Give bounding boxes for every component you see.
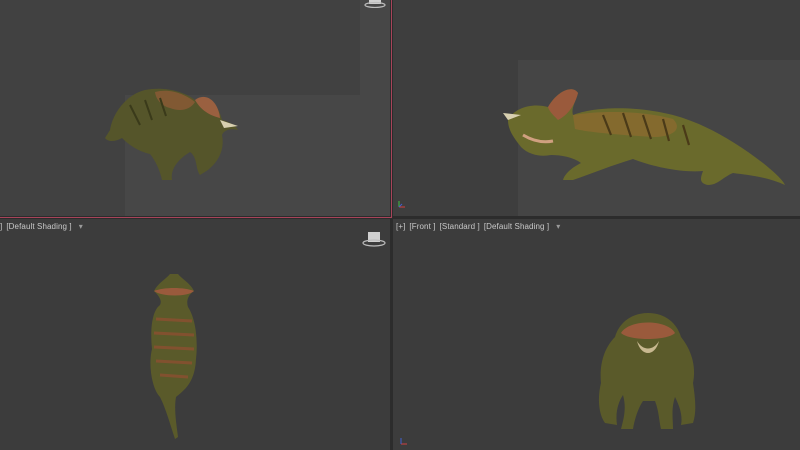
render-mode-label[interactable]: [Standard ] [440,222,480,231]
chevron-down-icon[interactable]: ▾ [556,222,560,231]
viewcube-icon[interactable] [362,229,386,247]
triceratops-model[interactable] [140,269,210,444]
viewport-label[interactable]: [+] [Front ] [Standard ] [Default Shading ]… [396,222,564,231]
view-name-label[interactable]: [Front ] [409,222,435,231]
shading-mode-label[interactable]: [Default Shading ] [6,222,71,231]
lit-area [360,0,390,216]
triceratops-model[interactable] [100,80,245,185]
viewcube-icon[interactable] [364,0,386,12]
axis-gizmo-icon [397,196,407,208]
shading-mode-label[interactable]: [Default Shading ] [484,222,549,231]
viewport-menu-bracket[interactable]: ] [0,222,2,231]
viewport-label[interactable]: ] [Default Shading ] ▾ [0,222,87,231]
viewport-bottom-left[interactable]: ] [Default Shading ] ▾ [0,219,390,450]
chevron-down-icon[interactable]: ▾ [79,222,83,231]
viewport-top-right[interactable] [393,0,800,216]
active-viewport-border [0,217,392,218]
axis-gizmo-icon [399,433,409,445]
viewport-menu-plus[interactable]: [+] [396,222,405,231]
active-viewport-border [391,0,392,218]
viewport-bottom-right[interactable]: [+] [Front ] [Standard ] [Default Shading ]… [393,219,800,450]
viewport-top-left[interactable] [0,0,390,216]
triceratops-model[interactable] [503,85,793,195]
triceratops-model[interactable] [593,311,703,436]
